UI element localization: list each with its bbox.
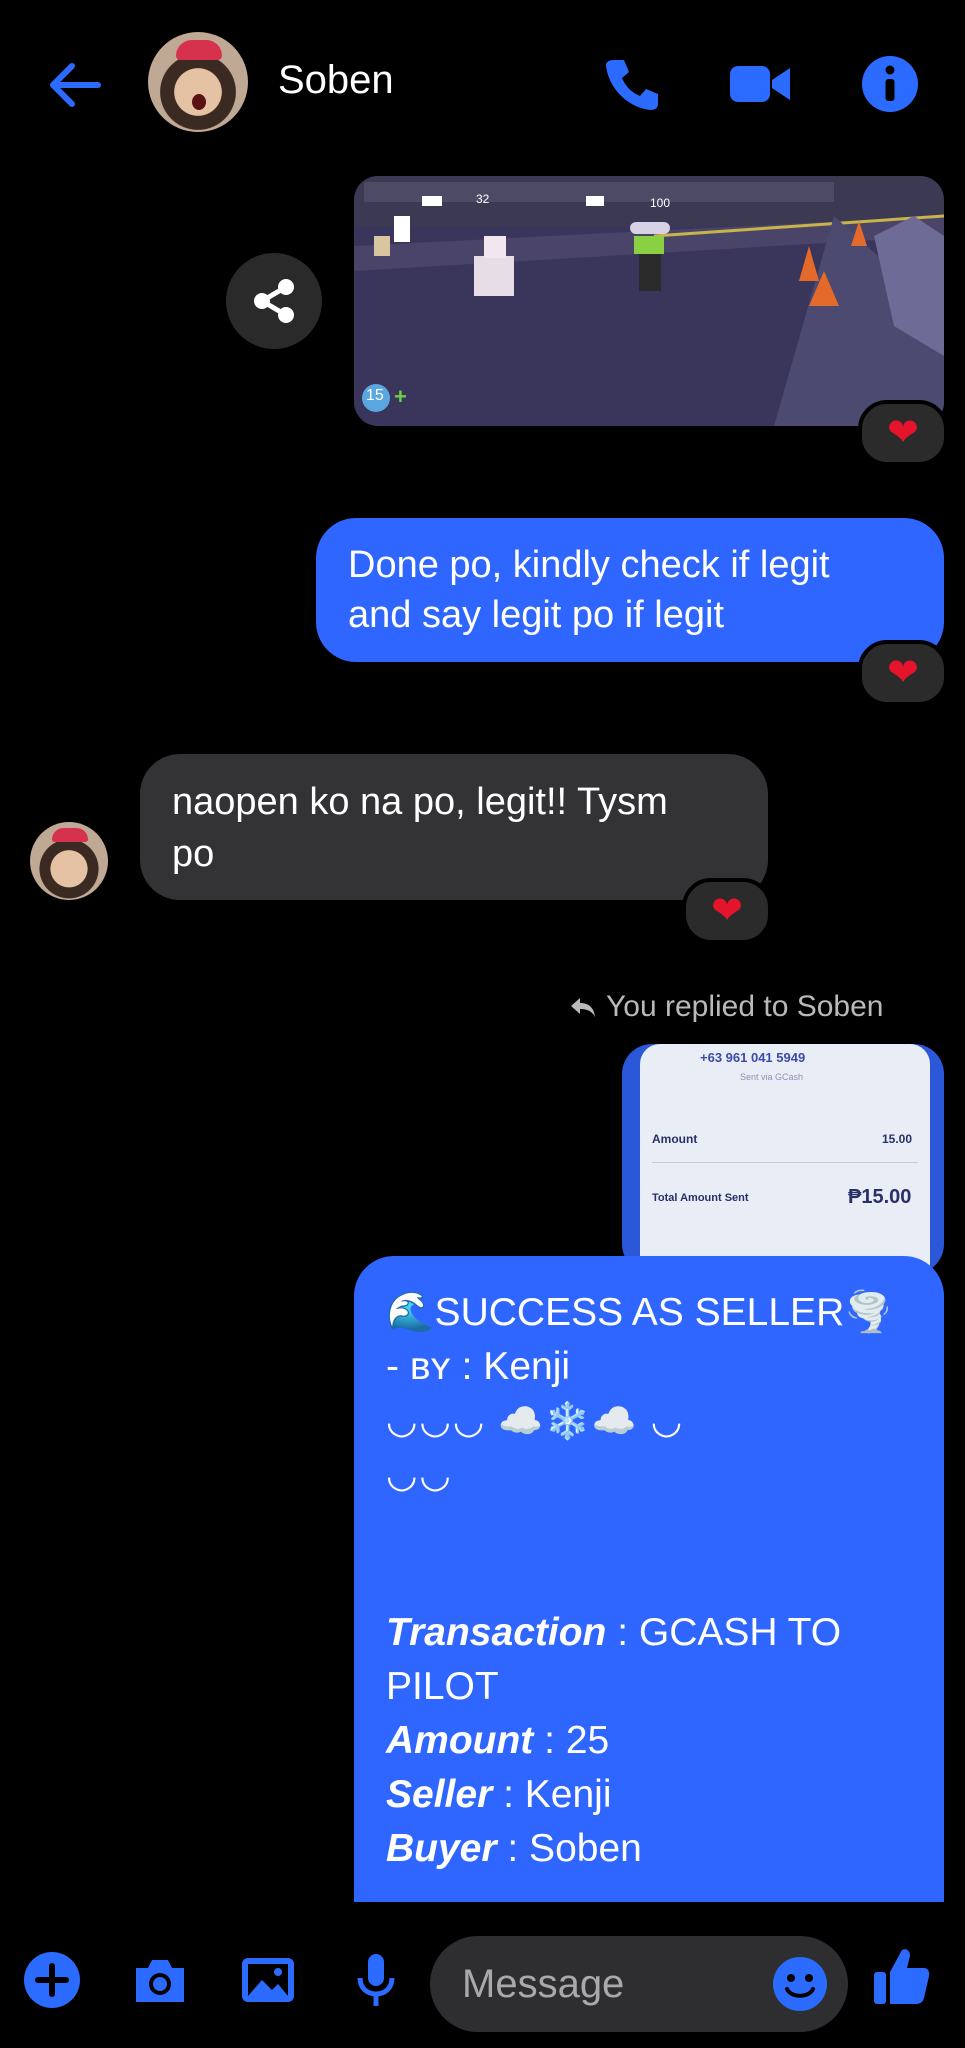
message-title: 🌊SUCCESS AS SELLER🌪️: [386, 1291, 893, 1334]
image-icon: [242, 1958, 294, 2002]
reaction-badge[interactable]: ❤: [858, 400, 948, 466]
receipt-sent-via: Sent via GCash: [740, 1072, 804, 1082]
call-button[interactable]: [600, 52, 664, 116]
share-icon: [254, 279, 294, 323]
avatar-mouth: [192, 94, 206, 110]
message-line: po: [172, 833, 215, 875]
smiley-icon: [773, 1957, 827, 2011]
transaction-key: Transaction: [386, 1611, 607, 1654]
receipt-divider: [652, 1162, 918, 1163]
seller-key: Seller: [386, 1773, 493, 1816]
buyer-value: : Soben: [496, 1827, 642, 1870]
message-line: naopen ko na po, legit!! Tysm: [172, 781, 668, 823]
game-number-2: 100: [650, 196, 671, 210]
camera-button[interactable]: [130, 1950, 190, 2010]
heart-icon: ❤: [887, 652, 919, 694]
decorative-line: ◡◡: [386, 1454, 453, 1495]
gcash-receipt: +63 961 041 5949 Sent via GCash Amount 1…: [640, 1044, 930, 1274]
reaction-badge[interactable]: ❤: [858, 640, 948, 706]
receipt-total-value: ₱15.00: [848, 1186, 912, 1208]
message-line: and say legit po if legit: [348, 594, 725, 636]
sent-message-bubble[interactable]: Done po, kindly check if legit and say l…: [316, 518, 944, 662]
game-plus-icon: +: [394, 384, 407, 409]
receipt-amount-value: 15.00: [882, 1132, 913, 1146]
phone-icon: [606, 60, 658, 110]
video-camera-icon: [730, 66, 790, 102]
seller-row: Seller : Kenji: [386, 1768, 912, 1822]
microphone-icon: [357, 1954, 395, 2006]
like-button[interactable]: [872, 1944, 932, 2004]
message-placeholder: Message: [462, 1961, 625, 2006]
heart-icon: ❤: [711, 890, 743, 932]
camera-icon: [136, 1960, 184, 2002]
plus-circle-icon: [24, 1952, 80, 2008]
received-message-bubble[interactable]: naopen ko na po, legit!! Tysm po: [140, 754, 768, 900]
transaction-row: Transaction : GCASH TO: [386, 1606, 912, 1660]
buyer-row: Buyer : Soben: [386, 1822, 912, 1876]
amount-key: Amount: [386, 1719, 534, 1762]
voice-button[interactable]: [346, 1950, 406, 2010]
back-button[interactable]: [40, 50, 110, 120]
amount-value: : 25: [533, 1719, 610, 1762]
message-line: Done po, kindly check if legit: [348, 544, 830, 586]
emoji-button[interactable]: [770, 1954, 830, 2014]
sent-message-bubble-large[interactable]: 🌊SUCCESS AS SELLER🌪️ - ʙʏ : Kenji ◡◡◡ ☁️…: [354, 1256, 944, 1916]
seller-value: : Kenji: [492, 1773, 612, 1816]
game-scene: [354, 176, 944, 426]
game-badge-count: 15: [366, 387, 384, 404]
share-button[interactable]: [226, 253, 322, 349]
avatar-cap: [176, 40, 222, 60]
receipt-total-label: Total Amount Sent: [652, 1192, 749, 1204]
transaction-value-cont: PILOT: [386, 1665, 499, 1708]
heart-icon: ❤: [887, 412, 919, 454]
thumbs-up-icon: [874, 1949, 930, 2004]
shared-game-screenshot[interactable]: 15 + 32 100: [354, 176, 944, 426]
decorative-line: ◡◡◡ ☁️❄️☁️ ◡: [386, 1400, 685, 1441]
receipt-amount-label: Amount: [652, 1132, 698, 1146]
reply-note: You replied to Soben: [568, 990, 883, 1024]
reply-arrow-icon: [571, 998, 595, 1017]
contact-avatar[interactable]: [148, 32, 248, 132]
info-icon: [862, 56, 918, 112]
add-button[interactable]: [22, 1950, 82, 2010]
arrow-left-icon: [50, 63, 101, 107]
message-by-line: - ʙʏ : Kenji: [386, 1345, 571, 1388]
reply-note-text: You replied to Soben: [606, 990, 884, 1023]
replied-message-preview[interactable]: +63 961 041 5949 Sent via GCash Amount 1…: [622, 1044, 944, 1274]
contact-avatar-small[interactable]: [30, 822, 108, 900]
buyer-key: Buyer: [386, 1827, 497, 1870]
avatar-cap: [52, 828, 88, 842]
video-call-button[interactable]: [728, 52, 792, 116]
info-button[interactable]: [858, 52, 922, 116]
receipt-number: +63 961 041 5949: [700, 1050, 806, 1065]
amount-row: Amount : 25: [386, 1714, 912, 1768]
game-number-1: 32: [476, 192, 490, 206]
reaction-badge[interactable]: ❤: [682, 878, 772, 944]
gallery-button[interactable]: [238, 1950, 298, 2010]
contact-name[interactable]: Soben: [278, 58, 394, 103]
transaction-value: : GCASH TO: [606, 1611, 842, 1654]
